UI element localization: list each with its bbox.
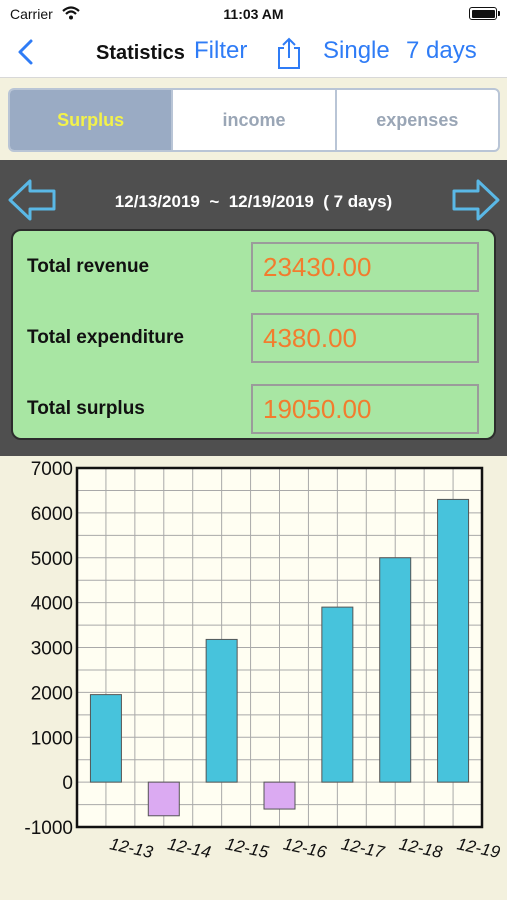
total-expenditure-value: 4380.00 [251, 313, 479, 363]
total-surplus-value: 19050.00 [251, 384, 479, 434]
x-tick-label: 12-17 [340, 834, 387, 862]
y-tick-label: -1000 [24, 818, 73, 839]
surplus-bar-chart: 7000 6000 5000 4000 3000 2000 1000 0 -1000 12-13 1… [24, 459, 502, 862]
y-tick-label: 0 [62, 773, 73, 794]
x-tick-label: 12-14 [166, 834, 212, 862]
bar-12-14 [147, 781, 180, 817]
status-bar: Carrier 11:03 AM [0, 0, 507, 28]
x-tick-label: 12-13 [108, 834, 155, 862]
date-range: 12/13/2019 ~ 12/19/2019 ( 7 days) [114, 192, 393, 211]
arrow-right-icon[interactable] [452, 178, 500, 222]
x-tick-label: 12-18 [397, 834, 444, 862]
tab-surplus[interactable]: Surplus [10, 90, 174, 150]
total-expenditure-label: Total expenditure [27, 327, 184, 348]
bar-12-15 [205, 638, 238, 783]
y-tick-label: 5000 [31, 549, 73, 570]
totals-card: Total revenue 23430.00 Total expenditure… [11, 229, 496, 440]
days-button[interactable]: 7 days [406, 37, 477, 65]
y-tick-label: 1000 [31, 728, 73, 749]
battery-icon [469, 7, 500, 20]
x-tick-label: 12-15 [224, 834, 271, 862]
y-tick-label: 7000 [31, 459, 73, 480]
total-revenue-value: 23430.00 [251, 242, 479, 292]
y-tick-label: 4000 [31, 594, 73, 615]
x-tick-label: 12-19 [455, 834, 502, 862]
single-button[interactable]: Single [323, 37, 390, 65]
bar-12-13 [89, 694, 122, 783]
nav-bar: Statistics Filter Single 7 days [0, 28, 507, 78]
y-tick-label: 2000 [31, 683, 73, 704]
x-tick-label: 12-16 [282, 834, 329, 862]
total-surplus-label: Total surplus [27, 398, 145, 419]
share-icon[interactable] [275, 36, 303, 70]
page-title: Statistics [96, 42, 185, 64]
tab-income[interactable]: income [173, 90, 337, 150]
segmented-control: Surplus income expenses [8, 88, 500, 152]
bar-12-17 [321, 606, 354, 783]
total-revenue-label: Total revenue [27, 256, 150, 277]
bar-12-16 [263, 781, 296, 810]
clock: 11:03 AM [223, 6, 284, 22]
tab-expenses[interactable]: expenses [337, 90, 498, 150]
bar-12-19 [437, 498, 470, 783]
chevron-left-icon[interactable] [12, 36, 40, 68]
filter-button[interactable]: Filter [194, 37, 247, 65]
y-tick-label: 6000 [31, 504, 73, 525]
bar-12-18 [379, 557, 412, 783]
y-tick-label: 3000 [31, 639, 73, 660]
